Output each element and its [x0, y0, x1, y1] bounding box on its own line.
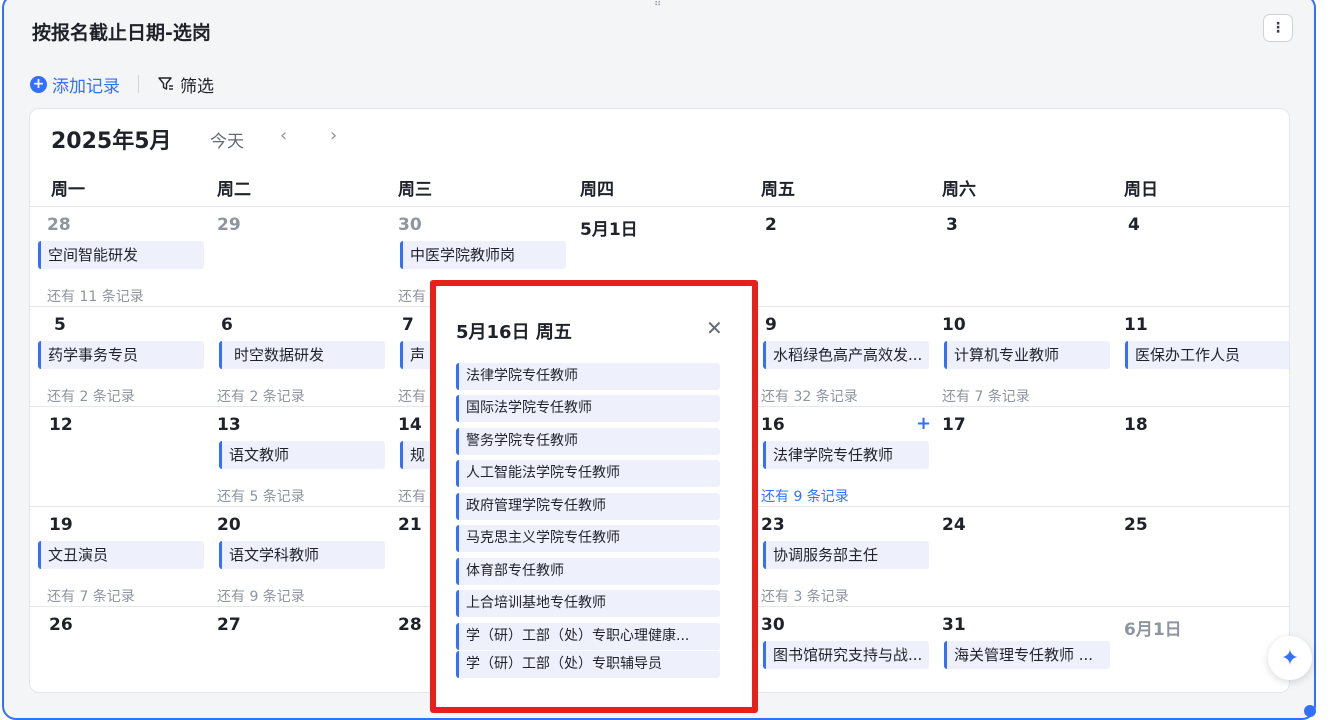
- weekday-tue: 周二: [217, 180, 251, 200]
- weekday-sat: 周六: [942, 180, 976, 200]
- resize-handle[interactable]: [1304, 705, 1316, 717]
- event-chip[interactable]: 法律学院专任教师: [763, 441, 929, 469]
- day-number[interactable]: 4: [1128, 215, 1140, 235]
- day-number[interactable]: 10: [942, 315, 966, 335]
- day-number[interactable]: 12: [49, 415, 73, 435]
- event-chip[interactable]: 语文教师: [219, 441, 385, 469]
- more-records-link[interactable]: 还有 9 条记录: [217, 586, 305, 606]
- popup-event-item[interactable]: 马克思主义学院专任教师: [456, 525, 720, 552]
- toolbar: + 添加记录 筛选: [30, 70, 214, 98]
- popup-event-item[interactable]: 法律学院专任教师: [456, 363, 720, 390]
- chevron-left-icon[interactable]: ‹: [280, 125, 287, 146]
- event-chip[interactable]: 时空数据研发: [219, 341, 385, 369]
- day-number[interactable]: 19: [49, 515, 73, 535]
- event-chip[interactable]: 医保办工作人员: [1125, 341, 1289, 369]
- day-number[interactable]: 13: [217, 415, 241, 435]
- day-number[interactable]: 18: [1124, 415, 1148, 435]
- card-title: 按报名截止日期-选岗: [32, 22, 211, 44]
- day-number[interactable]: 6月1日: [1124, 615, 1182, 640]
- day-number[interactable]: 29: [217, 215, 241, 235]
- day-number[interactable]: 17: [942, 415, 966, 435]
- day-number[interactable]: 28: [398, 615, 422, 635]
- weekday-thu: 周四: [580, 180, 614, 200]
- add-record-label: 添加记录: [52, 76, 120, 97]
- more-records-link[interactable]: 还有 3 条记录: [761, 586, 849, 606]
- day-number[interactable]: 11: [1124, 315, 1148, 335]
- day-number[interactable]: 6: [221, 315, 233, 335]
- day-number[interactable]: 3: [946, 215, 958, 235]
- weekday-fri: 周五: [761, 180, 795, 200]
- close-icon[interactable]: ✕: [706, 316, 723, 340]
- day-number[interactable]: 21: [398, 515, 422, 535]
- popup-event-item[interactable]: 人工智能法学院专任教师: [456, 460, 720, 487]
- ai-sparkle-button[interactable]: ✦: [1268, 636, 1312, 680]
- more-records-link[interactable]: 还有: [398, 286, 426, 306]
- day-number[interactable]: 30: [398, 215, 422, 235]
- toolbar-divider: [138, 75, 139, 93]
- event-chip[interactable]: 海关管理专任教师 ...: [944, 641, 1110, 669]
- more-options-button[interactable]: ⋮: [1263, 14, 1293, 42]
- month-label: 2025年5月: [51, 129, 172, 154]
- day-number[interactable]: 7: [402, 315, 414, 335]
- today-button[interactable]: 今天: [210, 127, 244, 152]
- weekday-sun: 周日: [1124, 180, 1158, 200]
- popup-event-item[interactable]: 学（研）工部（处）专职辅导员: [456, 651, 720, 678]
- filter-icon: [158, 77, 173, 90]
- more-vertical-icon: ⋮: [1271, 20, 1285, 36]
- weekday-wed: 周三: [398, 180, 432, 200]
- event-chip[interactable]: 语文学科教师: [219, 541, 385, 569]
- day-number[interactable]: 2: [765, 215, 777, 235]
- more-records-link[interactable]: 还有 2 条记录: [217, 386, 305, 406]
- more-records-link[interactable]: 还有 32 条记录: [761, 386, 858, 406]
- day-number[interactable]: 20: [217, 515, 241, 535]
- popup-event-item[interactable]: 政府管理学院专任教师: [456, 493, 720, 520]
- event-chip[interactable]: 水稻绿色高产高效发...: [763, 341, 929, 369]
- more-records-link[interactable]: 还有: [398, 486, 426, 506]
- event-chip[interactable]: 中医学院教师岗: [400, 241, 566, 269]
- event-chip[interactable]: 文丑演员: [38, 541, 204, 569]
- day-number[interactable]: 5月1日: [580, 215, 638, 240]
- event-chip[interactable]: 计算机专业教师: [944, 341, 1110, 369]
- more-records-link[interactable]: 还有 2 条记录: [47, 386, 135, 406]
- more-records-link[interactable]: 还有 5 条记录: [217, 486, 305, 506]
- event-chip[interactable]: 图书馆研究支持与战...: [763, 641, 929, 669]
- day-number[interactable]: 5: [54, 315, 66, 335]
- more-records-link[interactable]: 还有 7 条记录: [942, 386, 1030, 406]
- sparkle-icon: ✦: [1280, 645, 1300, 671]
- day-number[interactable]: 28: [47, 215, 71, 235]
- day-number[interactable]: 25: [1124, 515, 1148, 535]
- drag-handle-icon[interactable]: ⠿: [654, 0, 662, 9]
- popup-event-item[interactable]: 警务学院专任教师: [456, 428, 720, 455]
- weekday-mon: 周一: [51, 180, 85, 200]
- popup-title: 5月16日 周五: [456, 322, 572, 343]
- day-number[interactable]: 23: [761, 515, 785, 535]
- day-number[interactable]: 24: [942, 515, 966, 535]
- day-number[interactable]: 30: [761, 615, 785, 635]
- add-record-button[interactable]: + 添加记录: [30, 72, 120, 97]
- plus-circle-icon: +: [30, 75, 47, 93]
- filter-label: 筛选: [180, 76, 214, 97]
- popup-event-item[interactable]: 学（研）工部（处）专职心理健康...: [456, 623, 720, 650]
- popup-event-item[interactable]: 体育部专任教师: [456, 558, 720, 585]
- popup-event-item[interactable]: 国际法学院专任教师: [456, 395, 720, 422]
- more-records-link[interactable]: 还有: [398, 386, 426, 406]
- filter-button[interactable]: 筛选: [157, 72, 214, 97]
- grid-line: [30, 206, 1289, 207]
- day-number[interactable]: 26: [49, 615, 73, 635]
- day-number[interactable]: 27: [217, 615, 241, 635]
- day-number[interactable]: 14: [398, 415, 422, 435]
- more-records-link[interactable]: 还有 9 条记录: [761, 486, 849, 506]
- day-number[interactable]: 16: [761, 415, 785, 435]
- more-records-link[interactable]: 还有 11 条记录: [47, 286, 144, 306]
- event-chip[interactable]: 协调服务部主任: [763, 541, 929, 569]
- day-number[interactable]: 9: [765, 315, 777, 335]
- chevron-right-icon[interactable]: ›: [330, 125, 337, 146]
- event-chip[interactable]: 药学事务专员: [38, 341, 204, 369]
- day-number[interactable]: 31: [942, 615, 966, 635]
- popup-event-item[interactable]: 上合培训基地专任教师: [456, 590, 720, 617]
- add-record-plus-icon[interactable]: +: [916, 413, 931, 434]
- event-chip[interactable]: 空间智能研发: [38, 241, 204, 269]
- day-detail-popup: 5月16日 周五 ✕ 法律学院专任教师 国际法学院专任教师 警务学院专任教师 人…: [430, 280, 758, 713]
- more-records-link[interactable]: 还有 7 条记录: [47, 586, 135, 606]
